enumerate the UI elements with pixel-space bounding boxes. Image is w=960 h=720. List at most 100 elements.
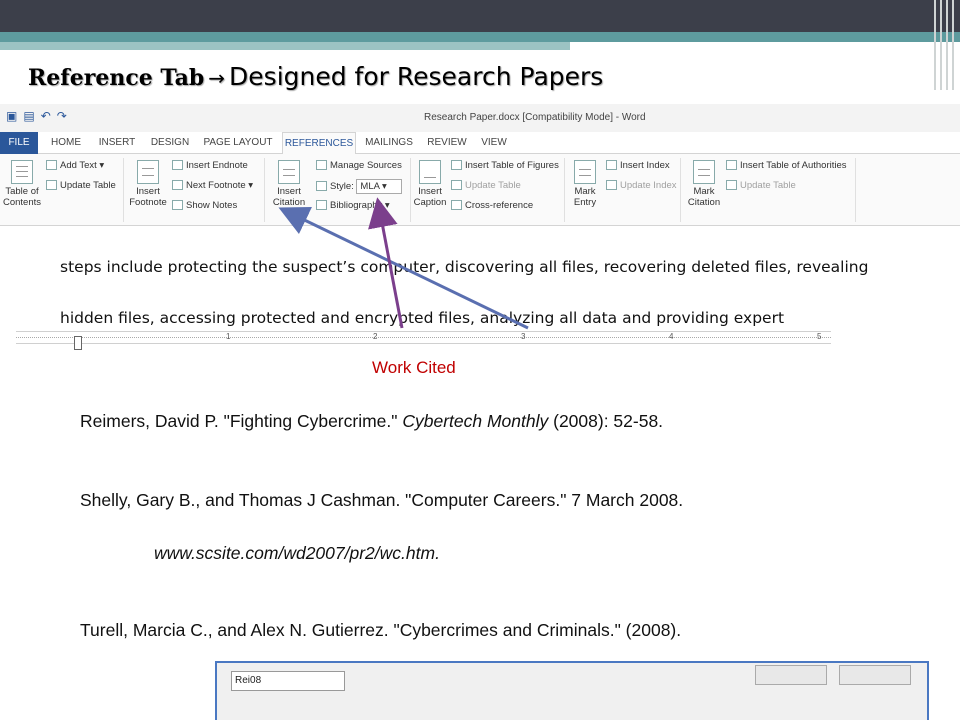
insert-endnote-label: Insert Endnote — [186, 160, 248, 171]
insert-footnote-icon — [137, 160, 159, 184]
update-index-icon — [606, 180, 617, 190]
insert-index-icon — [606, 160, 617, 170]
update-table-authorities-label: Update Table — [740, 180, 796, 191]
show-notes-button[interactable]: Show Notes — [172, 200, 237, 211]
ok-button[interactable] — [755, 665, 827, 685]
citation-text: (2008): 52-58. — [548, 411, 664, 431]
bibliography-label: Bibliography — [330, 200, 383, 211]
slide-title-bold: Reference Tab — [28, 65, 205, 91]
style-dropdown[interactable]: MLA ▾ — [356, 179, 403, 194]
mark-entry-icon — [574, 160, 596, 184]
tab-view[interactable]: VIEW — [474, 132, 514, 154]
table-of-contents-icon — [11, 160, 33, 184]
ribbon-separator — [680, 158, 681, 222]
insert-index-label: Insert Index — [620, 160, 670, 171]
insert-table-of-figures-label: Insert Table of Figures — [465, 160, 559, 171]
add-text-button[interactable]: Add Text ▾ — [46, 160, 104, 171]
ribbon-separator — [564, 158, 565, 222]
slide-teal-band-light — [0, 42, 570, 50]
update-table-authorities-button[interactable]: Update Table — [726, 180, 796, 191]
ribbon-separator — [855, 158, 856, 222]
ruler-number: 3 — [521, 332, 526, 341]
quick-access-toolbar: ▣ ▤ ↶ ↷ — [6, 109, 67, 123]
update-table-authorities-icon — [726, 180, 737, 190]
cancel-button[interactable] — [839, 665, 911, 685]
word-logo-icon: ▣ — [6, 109, 18, 123]
table-of-authorities-icon — [726, 160, 737, 170]
ruler-ticks — [16, 337, 831, 338]
tag-name-field[interactable]: Rei08 — [231, 671, 345, 691]
ribbon-separator — [410, 158, 411, 222]
table-of-contents-button[interactable]: Table of Contents — [2, 160, 42, 208]
citation-entry: Reimers, David P. "Fighting Cybercrime."… — [80, 411, 663, 432]
ribbon-tabs: FILE HOME INSERT DESIGN PAGE LAYOUT REFE… — [0, 132, 960, 155]
style-selector[interactable]: Style: MLA ▾ — [316, 179, 403, 194]
style-label: Style: — [330, 181, 354, 193]
mark-citation-icon — [693, 160, 715, 184]
tab-review[interactable]: REVIEW — [422, 132, 472, 154]
tab-home[interactable]: HOME — [44, 132, 88, 154]
create-source-dialog: Rei08 — [215, 661, 929, 720]
manage-sources-icon — [316, 160, 327, 170]
tab-design[interactable]: DESIGN — [146, 132, 194, 154]
tab-references[interactable]: REFERENCES — [282, 132, 356, 155]
tab-mailings[interactable]: MAILINGS — [360, 132, 418, 154]
cross-reference-button[interactable]: Cross-reference — [451, 200, 533, 211]
update-table-icon — [46, 180, 57, 190]
style-value: MLA — [360, 181, 380, 192]
insert-citation-label: Insert Citation — [272, 186, 306, 208]
insert-footnote-button[interactable]: Insert Footnote — [126, 160, 170, 208]
right-arrow-icon: → — [208, 66, 226, 90]
insert-endnote-button[interactable]: Insert Endnote — [172, 160, 248, 171]
bibliography-button[interactable]: Bibliography ▾ — [316, 200, 390, 211]
insert-table-of-authorities-button[interactable]: Insert Table of Authorities — [726, 160, 847, 171]
bibliography-icon — [316, 200, 327, 210]
word-titlebar: ▣ ▤ ↶ ↷ Research Paper.docx [Compatibili… — [0, 104, 960, 132]
cross-reference-label: Cross-reference — [465, 200, 534, 211]
table-of-contents-label: Table of Contents — [2, 186, 42, 208]
slide-white-strip — [570, 42, 890, 50]
update-table-button[interactable]: Update Table — [46, 180, 116, 191]
ribbon-separator — [264, 158, 265, 222]
manage-sources-button[interactable]: Manage Sources — [316, 160, 402, 171]
insert-citation-button[interactable]: Insert Citation — [266, 160, 312, 208]
add-text-icon — [46, 160, 57, 170]
undo-icon[interactable]: ↶ — [41, 109, 51, 123]
next-footnote-label: Next Footnote — [186, 180, 246, 191]
insert-caption-label: Insert Caption — [413, 186, 447, 208]
insert-endnote-icon — [172, 160, 183, 170]
mark-entry-button[interactable]: Mark Entry — [566, 160, 604, 208]
cross-reference-icon — [451, 200, 462, 210]
citation-source-title: Cybertech Monthly — [402, 411, 549, 431]
insert-table-of-figures-button[interactable]: Insert Table of Figures — [451, 160, 559, 171]
mark-citation-label: Mark Citation — [687, 186, 721, 208]
indent-marker-icon[interactable] — [74, 336, 82, 350]
save-icon[interactable]: ▤ — [23, 109, 34, 123]
ruler-number: 4 — [669, 332, 674, 341]
mark-entry-label: Mark Entry — [573, 186, 597, 208]
manage-sources-label: Manage Sources — [330, 160, 402, 171]
citation-text: Reimers, David P. "Fighting Cybercrime." — [80, 411, 403, 431]
redo-icon[interactable]: ↷ — [57, 109, 67, 123]
update-table-captions-label: Update Table — [465, 180, 521, 191]
tab-page-layout[interactable]: PAGE LAYOUT — [198, 132, 278, 154]
update-table-captions-icon — [451, 180, 462, 190]
update-table-captions-button[interactable]: Update Table — [451, 180, 521, 191]
next-footnote-button[interactable]: Next Footnote ▾ — [172, 180, 253, 191]
horizontal-ruler[interactable]: 1 2 3 4 5 — [16, 331, 831, 344]
insert-caption-button[interactable]: Insert Caption — [412, 160, 448, 208]
citation-url: www.scsite.com/wd2007/pr2/wc.htm. — [154, 543, 440, 563]
slide-teal-band — [0, 32, 960, 42]
update-table-label: Update Table — [60, 180, 116, 191]
tab-insert[interactable]: INSERT — [94, 132, 140, 154]
mark-citation-button[interactable]: Mark Citation — [682, 160, 726, 208]
update-index-button[interactable]: Update Index — [606, 180, 677, 191]
table-of-figures-icon — [451, 160, 462, 170]
insert-citation-icon — [278, 160, 300, 184]
insert-index-button[interactable]: Insert Index — [606, 160, 670, 171]
paragraph-line: hidden files, accessing protected and en… — [60, 309, 785, 327]
tab-file[interactable]: FILE — [0, 132, 38, 154]
ruler-number: 5 — [817, 332, 822, 341]
paragraph-line: steps include protecting the suspect’s c… — [60, 258, 869, 276]
show-notes-icon — [172, 200, 183, 210]
